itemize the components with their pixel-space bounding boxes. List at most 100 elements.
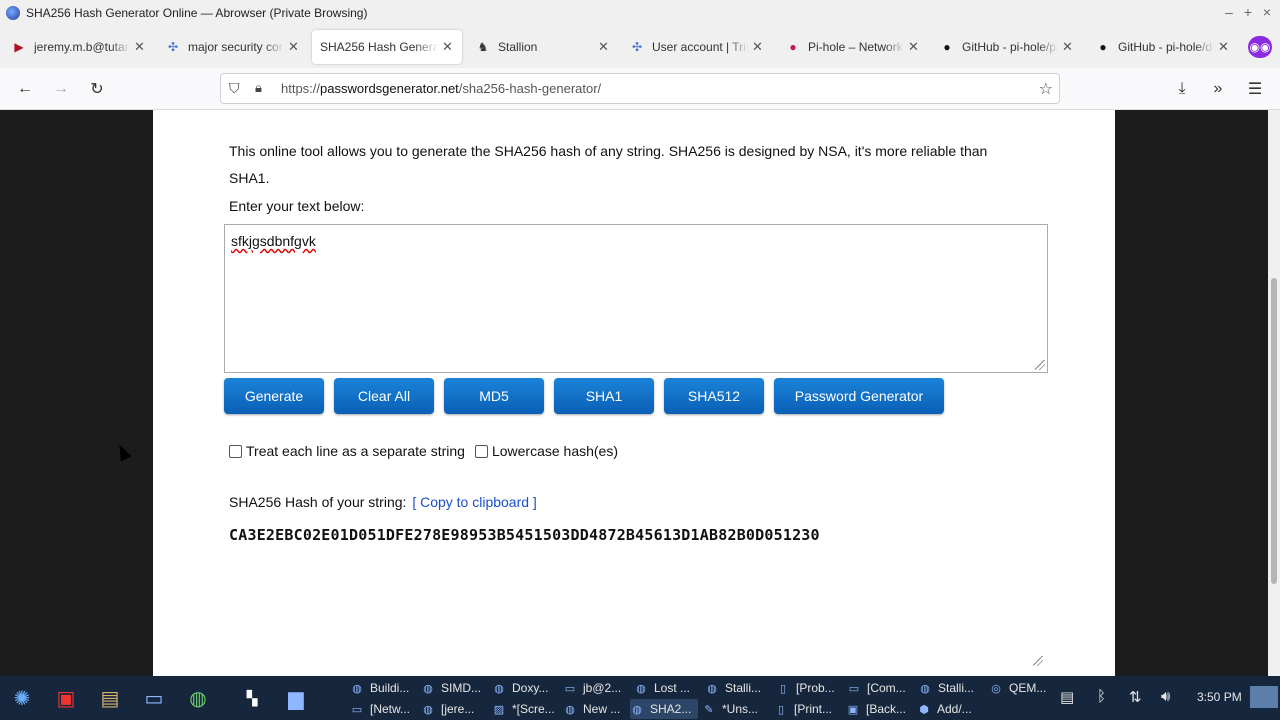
browser-task-icon: ◍ bbox=[632, 703, 642, 716]
close-tab-icon[interactable]: ✕ bbox=[598, 39, 610, 55]
browser-launcher-icon[interactable]: ◍ bbox=[182, 682, 214, 714]
tab-sha256[interactable]: SHA256 Hash Generator ✕ bbox=[312, 30, 462, 64]
task-item[interactable]: ▭ [Netw... bbox=[350, 699, 418, 719]
task-label: Add/... bbox=[937, 702, 972, 716]
trisquel-icon: ✣ bbox=[631, 40, 643, 54]
task-item[interactable]: ⬢ Add/... bbox=[917, 699, 979, 719]
workspace-switcher-icon[interactable]: ▚ bbox=[236, 682, 268, 714]
task-item[interactable]: ◍ New ... bbox=[563, 699, 627, 719]
task-item-active[interactable]: ◍ SHA2... bbox=[630, 699, 698, 719]
back-icon[interactable]: ← bbox=[14, 78, 36, 100]
task-item[interactable]: ◍ Doxy... bbox=[492, 678, 560, 698]
close-tab-icon[interactable]: ✕ bbox=[1218, 39, 1230, 55]
task-item[interactable]: ◎ QEM... bbox=[989, 678, 1047, 698]
close-tab-icon[interactable]: ✕ bbox=[752, 39, 764, 55]
window-title: SHA256 Hash Generator Online — Abrowser … bbox=[26, 6, 368, 20]
password-generator-button[interactable]: Password Generator bbox=[774, 378, 944, 414]
volume-icon[interactable]: 🔊︎ bbox=[1161, 688, 1170, 705]
task-item[interactable]: ▯ [Print... bbox=[774, 699, 842, 719]
overflow-chevron-icon[interactable]: » bbox=[1207, 78, 1229, 100]
tab-github-docker[interactable]: ● GitHub - pi-hole/docker ✕ bbox=[1088, 30, 1238, 64]
content-area: This online tool allows you to generate … bbox=[0, 110, 1268, 676]
close-tab-icon[interactable]: ✕ bbox=[908, 39, 920, 55]
tab-stallion[interactable]: ♞ Stallion ✕ bbox=[468, 30, 618, 64]
separate-lines-checkbox[interactable] bbox=[229, 444, 242, 458]
app-launcher-icon[interactable]: ▣ bbox=[50, 682, 82, 714]
page-scrollbar[interactable] bbox=[1268, 110, 1280, 676]
task-item[interactable]: ▭ [Com... bbox=[847, 678, 915, 698]
close-tab-icon[interactable]: ✕ bbox=[134, 39, 146, 55]
task-label: Buildi... bbox=[370, 681, 410, 695]
trisquel-icon: ✣ bbox=[167, 40, 179, 54]
separate-lines-label: Treat each line as a separate string bbox=[246, 443, 465, 459]
lock-icon[interactable]: 🔒︎ bbox=[255, 80, 262, 96]
browser-task-icon: ◍ bbox=[494, 682, 504, 695]
task-label: Stalli... bbox=[725, 681, 762, 695]
task-item[interactable]: ◍ Lost ... bbox=[634, 678, 702, 698]
lowercase-checkbox[interactable] bbox=[474, 444, 488, 458]
generate-button[interactable]: Generate bbox=[224, 378, 324, 414]
task-item[interactable]: ▭ jb@2... bbox=[563, 678, 631, 698]
close-tab-icon[interactable]: ✕ bbox=[288, 39, 300, 55]
bookmark-star-icon[interactable]: ☆ bbox=[1039, 79, 1053, 99]
tab-github-pihole[interactable]: ● GitHub - pi-hole/pi-hole ✕ bbox=[932, 30, 1082, 64]
task-label: Stalli... bbox=[938, 681, 975, 695]
maximize-icon[interactable]: + bbox=[1241, 4, 1255, 20]
menu-hamburger-icon[interactable]: ☰ bbox=[1244, 78, 1266, 100]
minimize-icon[interactable]: – bbox=[1222, 4, 1236, 20]
window-task-icon: ▭ bbox=[351, 703, 363, 716]
copy-to-clipboard-link[interactable]: [ Copy to clipboard ] bbox=[412, 494, 537, 510]
raspberry-icon: ● bbox=[789, 40, 797, 54]
task-item[interactable]: ◍ Stalli... bbox=[705, 678, 773, 698]
forward-icon[interactable]: → bbox=[50, 78, 72, 100]
document-task-icon: ▯ bbox=[779, 682, 787, 695]
task-label: Lost ... bbox=[654, 681, 691, 695]
task-item[interactable]: ▨ *[Scre... bbox=[492, 699, 560, 719]
sha1-button[interactable]: SHA1 bbox=[554, 378, 654, 414]
task-item[interactable]: ▯ [Prob... bbox=[776, 678, 844, 698]
show-desktop-icon[interactable] bbox=[1250, 686, 1278, 708]
clipboard-launcher-icon[interactable]: ▤ bbox=[94, 682, 126, 714]
close-window-icon[interactable]: × bbox=[1260, 4, 1274, 20]
sha512-button[interactable]: SHA512 bbox=[664, 378, 764, 414]
close-tab-icon[interactable]: ✕ bbox=[1062, 39, 1074, 55]
md5-button[interactable]: MD5 bbox=[444, 378, 544, 414]
bluetooth-icon[interactable]: ᛒ bbox=[1097, 688, 1106, 705]
task-item[interactable]: ◍ [jere... bbox=[421, 699, 489, 719]
result-label-row: SHA256 Hash of your string: [ Copy to cl… bbox=[229, 494, 537, 510]
network-icon[interactable]: ⇅ bbox=[1129, 688, 1142, 706]
task-label: Doxy... bbox=[512, 681, 549, 695]
shield-icon[interactable]: ⛉ bbox=[229, 80, 240, 97]
file-manager-icon[interactable]: ▭ bbox=[138, 682, 170, 714]
tab-label: Pi-hole – Network bbox=[808, 40, 903, 54]
close-tab-icon[interactable]: ✕ bbox=[442, 39, 454, 55]
tab-security-concern[interactable]: ✣ major security concern ✕ bbox=[158, 30, 308, 64]
task-item[interactable]: ◍ SIMD... bbox=[421, 678, 489, 698]
browser-task-icon: ◍ bbox=[920, 682, 930, 695]
task-label: *[Scre... bbox=[512, 702, 555, 716]
clock[interactable]: 3:50 PM bbox=[1197, 690, 1242, 704]
task-item[interactable]: ◍ Buildi... bbox=[350, 678, 418, 698]
input-textarea[interactable]: sfkjgsdbnfgvk bbox=[224, 224, 1048, 373]
task-item[interactable]: ▣ [Back... bbox=[846, 699, 914, 719]
browser-task-icon: ◍ bbox=[423, 682, 433, 695]
tab-tutanota[interactable]: ▶ jeremy.m.b@tutanota ✕ bbox=[4, 30, 154, 64]
url-bar[interactable]: ⛉ 🔒︎ https://passwordsgenerator.net/sha2… bbox=[220, 73, 1060, 104]
qemu-task-icon: ◎ bbox=[991, 682, 1001, 695]
reload-icon[interactable]: ↻ bbox=[86, 78, 108, 100]
start-menu-icon[interactable]: ✺ bbox=[6, 682, 38, 714]
task-item[interactable]: ✎ *Uns... bbox=[702, 699, 770, 719]
tab-pihole-network[interactable]: ● Pi-hole – Network ✕ bbox=[778, 30, 928, 64]
tab-user-account[interactable]: ✣ User account | Trisquel ✕ bbox=[622, 30, 772, 64]
tab-label: GitHub - pi-hole/docker bbox=[1118, 40, 1214, 54]
resize-grip-icon[interactable] bbox=[1035, 360, 1045, 370]
task-label: *Uns... bbox=[722, 702, 759, 716]
clear-all-button[interactable]: Clear All bbox=[334, 378, 434, 414]
clipboard-tray-icon[interactable]: ▤ bbox=[1060, 688, 1074, 706]
desktop-icon[interactable]: ▆ bbox=[280, 682, 312, 714]
task-item[interactable]: ◍ Stalli... bbox=[918, 678, 986, 698]
scrollbar-thumb[interactable] bbox=[1271, 278, 1277, 584]
task-label: [jere... bbox=[441, 702, 475, 716]
downloads-icon[interactable]: ⤓ bbox=[1171, 78, 1193, 100]
hash-output: CA3E2EBC02E01D051DFE278E98953B5451503DD4… bbox=[229, 526, 820, 544]
